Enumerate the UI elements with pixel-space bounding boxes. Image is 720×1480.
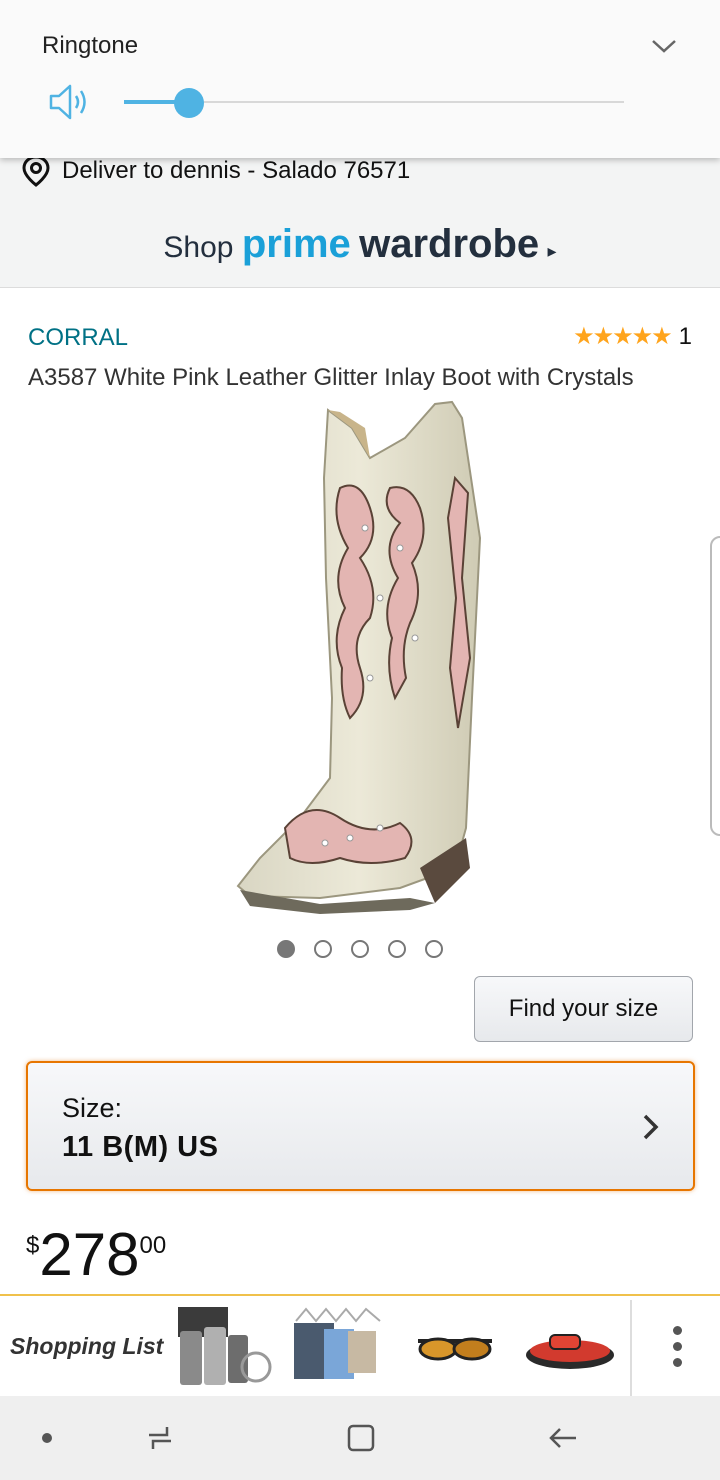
size-label: Size: — [62, 1093, 123, 1123]
image-pager — [0, 940, 720, 958]
find-your-size-button[interactable]: Find your size — [474, 976, 693, 1042]
size-selector[interactable]: Size: 11 B(M) US — [26, 1061, 695, 1191]
pager-dot[interactable] — [314, 940, 332, 958]
pager-dot[interactable] — [425, 940, 443, 958]
pager-dot[interactable] — [388, 940, 406, 958]
shopping-list-label[interactable]: Shopping List — [0, 1333, 166, 1360]
tumbler-set-thumbnail[interactable] — [166, 1301, 278, 1391]
volume-slider[interactable] — [124, 88, 624, 118]
chevron-down-icon[interactable] — [648, 30, 680, 62]
chevron-right-icon — [643, 1114, 659, 1140]
recent-apps-icon[interactable] — [138, 1416, 182, 1460]
system-nav-bar — [0, 1396, 720, 1480]
banner-wardrobe-text: wardrobe — [359, 222, 540, 266]
banner-prime-text: prime — [241, 222, 351, 266]
rating-summary[interactable]: ★★★★★ 1 — [573, 322, 692, 351]
deliver-to-text: Deliver to dennis - Salado 76571 — [62, 157, 411, 184]
slider-thumb[interactable] — [174, 88, 204, 118]
shopping-list-thumbnails — [166, 1296, 630, 1396]
price-fraction: 00 — [139, 1232, 167, 1259]
brand-link[interactable]: CORRAL — [28, 324, 128, 352]
location-pin-icon — [22, 155, 50, 187]
home-icon[interactable] — [339, 1416, 383, 1460]
side-panel-handle[interactable] — [710, 536, 720, 836]
nav-dot-icon[interactable] — [25, 1416, 69, 1460]
cowboy-boot-image[interactable] — [230, 398, 500, 928]
pager-dot[interactable] — [351, 940, 369, 958]
size-value: 11 B(M) US — [62, 1131, 219, 1163]
volume-panel: Ringtone — [0, 0, 720, 158]
price-whole: 278 — [39, 1221, 140, 1288]
prime-wardrobe-banner[interactable]: Shop prime wardrobe ▸ — [0, 222, 720, 267]
speaker-volume-icon[interactable] — [48, 82, 92, 122]
volume-stream-title: Ringtone — [42, 32, 139, 59]
sandals-thumbnail[interactable] — [514, 1301, 626, 1391]
star-rating-icon: ★★★★★ — [573, 323, 673, 350]
shopping-list-bar: Shopping List — [0, 1294, 720, 1396]
caret-right-icon: ▸ — [547, 241, 557, 261]
price-currency: $ — [26, 1232, 40, 1259]
back-icon[interactable] — [541, 1416, 585, 1460]
deliver-to-link[interactable]: Deliver to dennis - Salado 76571 — [20, 154, 410, 188]
bar-divider — [630, 1300, 632, 1396]
rating-count: 1 — [678, 322, 692, 350]
product-page: Deliver to dennis - Salado 76571 Shop pr… — [0, 0, 720, 1480]
drying-rack-thumbnail[interactable] — [282, 1301, 394, 1391]
pager-dot[interactable] — [277, 940, 295, 958]
sunglasses-thumbnail[interactable] — [398, 1301, 510, 1391]
more-vertical-icon[interactable] — [634, 1296, 720, 1396]
price: $ 278 00 — [26, 1224, 166, 1286]
product-title: A3587 White Pink Leather Glitter Inlay B… — [28, 364, 634, 391]
banner-shop-text: Shop — [163, 231, 234, 264]
